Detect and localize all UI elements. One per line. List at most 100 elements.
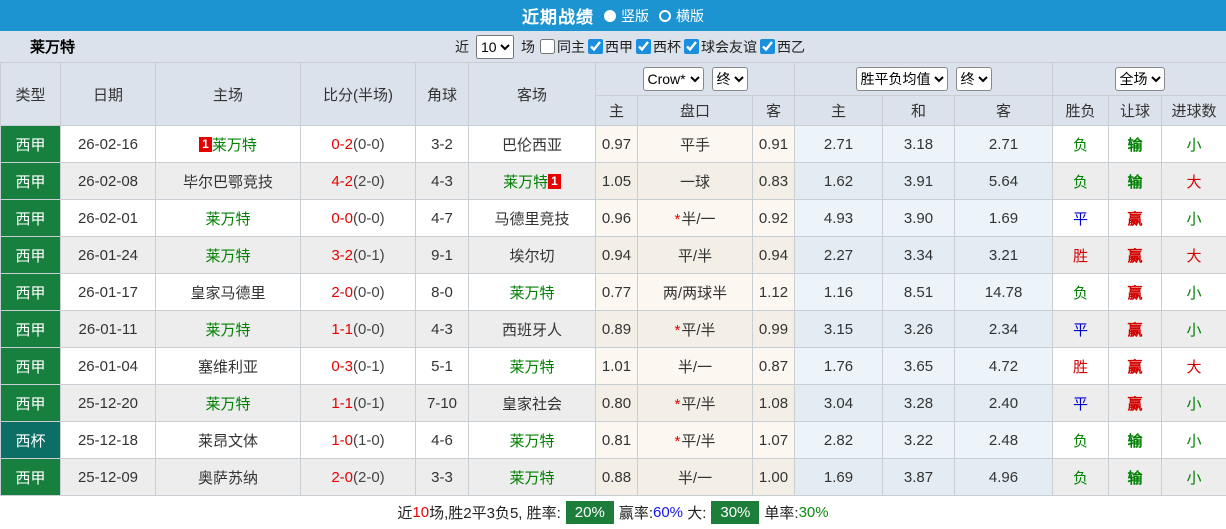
result-outcome: 负: [1053, 274, 1109, 311]
result-handicap: 赢: [1109, 237, 1162, 274]
fulltime-score: 2-0: [331, 469, 353, 486]
odds-away: 1.12: [753, 274, 795, 311]
filter-checkbox-西杯[interactable]: 西杯: [636, 37, 681, 57]
home-team: 1莱万特: [156, 126, 301, 163]
avg-time-select[interactable]: 终: [956, 67, 992, 91]
table-row: 西甲26-01-04塞维利亚0-3(0-1)5-1莱万特1.01半/一0.871…: [1, 348, 1226, 385]
fulltime-score: 0-3: [331, 358, 353, 375]
table-row: 西甲26-02-01莱万特0-0(0-0)4-7马德里竞技0.96*半/一0.9…: [1, 200, 1226, 237]
layout-option-vertical[interactable]: 竖版: [604, 6, 649, 26]
result-goals: 大: [1162, 348, 1226, 385]
filter-checkbox-同主[interactable]: 同主: [540, 37, 585, 57]
checkbox-icon[interactable]: [588, 39, 603, 54]
subcol-odds-home: 主: [596, 96, 638, 126]
odds-company-select[interactable]: Crow*: [643, 67, 704, 91]
summary-bar: 近10场,胜2平3负5, 胜率:20%赢率:60% 大:30%单率:30%: [0, 496, 1226, 529]
odds-home: 0.96: [596, 200, 638, 237]
filter-label: 球会友谊: [701, 37, 757, 57]
match-date: 25-12-20: [61, 385, 156, 422]
rank-badge: 1: [548, 174, 561, 189]
radio-icon[interactable]: [659, 10, 671, 22]
halftime-score: (0-1): [353, 247, 385, 264]
col-header-score: 比分(半场): [301, 63, 416, 126]
team-name-text: 莱万特: [205, 211, 250, 228]
league-badge: 西甲: [1, 348, 61, 385]
table-row: 西杯25-12-18莱昂文体1-0(1-0)4-6莱万特0.81*平/半1.07…: [1, 422, 1226, 459]
avg-away: 2.34: [955, 311, 1053, 348]
checkbox-icon[interactable]: [540, 39, 555, 54]
league-badge: 西甲: [1, 385, 61, 422]
avg-home: 1.69: [795, 459, 883, 496]
fulltime-score: 1-0: [331, 432, 353, 449]
halftime-score: (0-0): [353, 136, 385, 153]
summary-text: 赢率:: [619, 502, 653, 523]
radio-icon[interactable]: [604, 10, 616, 22]
away-team: 皇家社会: [469, 385, 596, 422]
home-team: 莱万特: [156, 237, 301, 274]
result-outcome: 胜: [1053, 348, 1109, 385]
avg-away: 14.78: [955, 274, 1053, 311]
checkbox-icon[interactable]: [636, 39, 651, 54]
avg-home: 2.71: [795, 126, 883, 163]
result-group-header: 全场: [1053, 63, 1226, 96]
filter-checkbox-球会友谊[interactable]: 球会友谊: [684, 37, 757, 57]
league-filter-group: 同主西甲西杯球会友谊西乙: [540, 37, 805, 57]
match-count-select[interactable]: 10: [476, 35, 514, 59]
team-name-text: 莱万特: [509, 433, 554, 450]
corner-score: 3-3: [416, 459, 469, 496]
col-header-away: 客场: [469, 63, 596, 126]
league-badge: 西甲: [1, 311, 61, 348]
score-cell: 1-1(0-0): [301, 311, 416, 348]
result-goals: 小: [1162, 311, 1226, 348]
subcol-avg-home: 主: [795, 96, 883, 126]
period-select[interactable]: 全场: [1115, 67, 1165, 91]
avg-away: 4.72: [955, 348, 1053, 385]
filter-checkbox-西乙[interactable]: 西乙: [760, 37, 805, 57]
team-name-text: 莱万特: [205, 396, 250, 413]
subcol-goals-result: 进球数: [1162, 96, 1226, 126]
avg-home: 4.93: [795, 200, 883, 237]
table-row: 西甲25-12-20莱万特1-1(0-1)7-10皇家社会0.80*平/半1.0…: [1, 385, 1226, 422]
avg-draw: 3.34: [883, 237, 955, 274]
halftime-score: (0-0): [353, 210, 385, 227]
avg-away: 3.21: [955, 237, 1053, 274]
col-header-date: 日期: [61, 63, 156, 126]
star-icon: *: [674, 322, 680, 339]
avg-type-select[interactable]: 胜平负均值: [856, 67, 948, 91]
odds-home: 1.01: [596, 348, 638, 385]
team-name-text: 马德里竞技: [494, 211, 569, 228]
team-name-text: 莱万特: [509, 285, 554, 302]
odds-away: 0.94: [753, 237, 795, 274]
subcol-avg-draw: 和: [883, 96, 955, 126]
away-team: 莱万特: [469, 274, 596, 311]
score-cell: 0-3(0-1): [301, 348, 416, 385]
fulltime-score: 3-2: [331, 247, 353, 264]
corner-score: 4-7: [416, 200, 469, 237]
home-team: 皇家马德里: [156, 274, 301, 311]
team-name-text: 莱万特: [509, 359, 554, 376]
layout-option-horizontal[interactable]: 横版: [659, 6, 704, 26]
away-team: 西班牙人: [469, 311, 596, 348]
checkbox-icon[interactable]: [760, 39, 775, 54]
odds-away: 1.08: [753, 385, 795, 422]
result-goals: 小: [1162, 459, 1226, 496]
filter-label: 西乙: [777, 37, 805, 57]
star-icon: *: [674, 396, 680, 413]
subcol-odds-away: 客: [753, 96, 795, 126]
title-bar: 近期战绩 竖版 横版: [0, 0, 1226, 31]
checkbox-icon[interactable]: [684, 39, 699, 54]
home-team: 奥萨苏纳: [156, 459, 301, 496]
avg-home: 3.15: [795, 311, 883, 348]
team-name-text: 奥萨苏纳: [198, 470, 258, 487]
odds-away: 0.92: [753, 200, 795, 237]
subcol-outcome: 胜负: [1053, 96, 1109, 126]
filter-controls: 近 10 场 同主西甲西杯球会友谊西乙: [455, 35, 805, 59]
result-goals: 小: [1162, 200, 1226, 237]
team-name-text: 埃尔切: [509, 248, 554, 265]
odds-time-select[interactable]: 终: [712, 67, 748, 91]
home-team: 莱万特: [156, 200, 301, 237]
rank-badge: 1: [199, 137, 212, 152]
avg-draw: 3.91: [883, 163, 955, 200]
filter-checkbox-西甲[interactable]: 西甲: [588, 37, 633, 57]
handicap-line: 一球: [638, 163, 753, 200]
